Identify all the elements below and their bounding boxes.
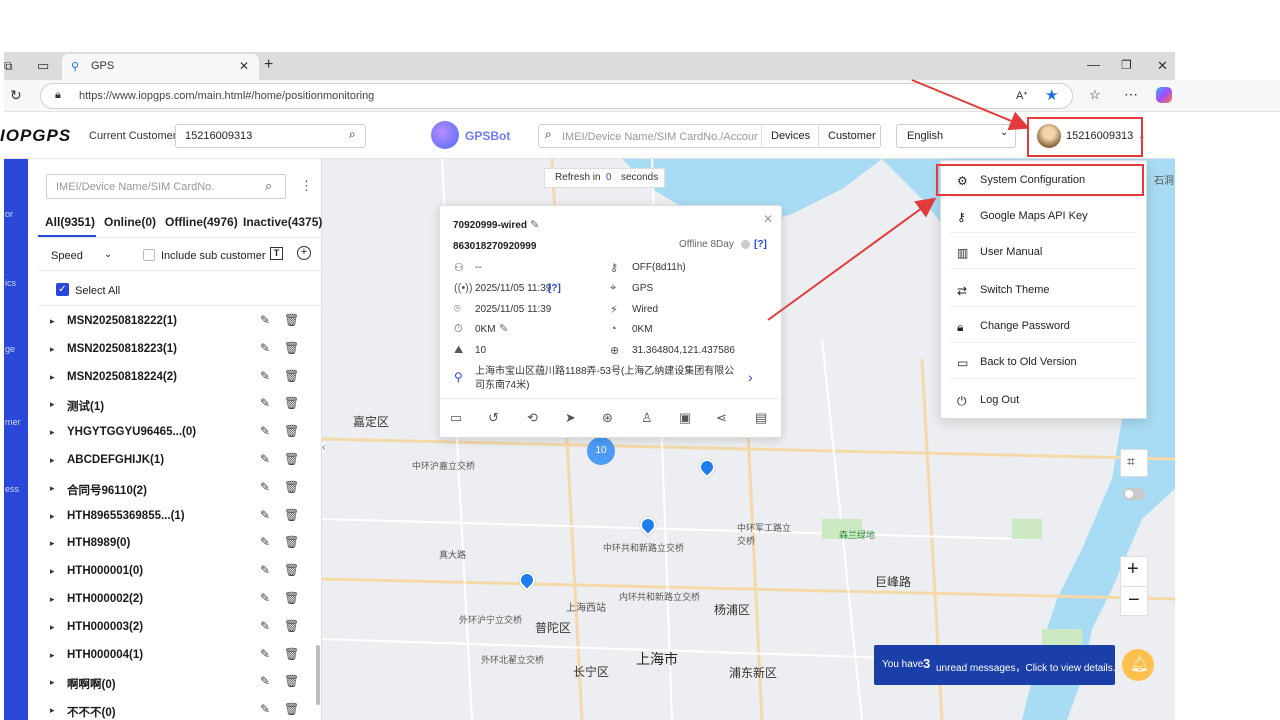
arrow-to-system-config (767, 197, 937, 321)
annotation-arrows (767, 79, 1030, 321)
arrow-to-user (911, 79, 1030, 131)
